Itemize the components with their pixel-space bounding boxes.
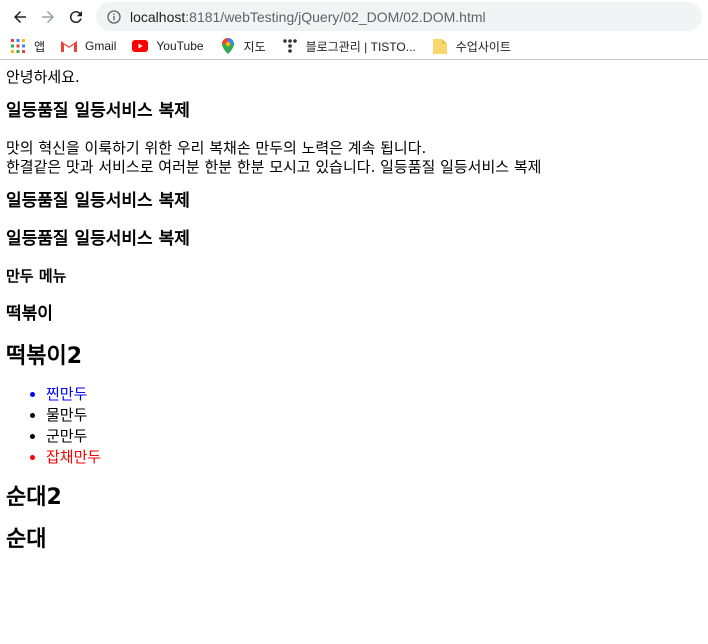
bookmark-label: 수업사이트 — [455, 39, 511, 54]
paragraph-line-1: 맛의 혁신을 이룩하기 위한 우리 복채손 만두의 노력은 계속 됩니다. — [6, 139, 427, 158]
bookmark-apps[interactable]: 앱 — [10, 38, 45, 55]
url-path: :8181/webTesting/jQuery/02_DOM/02.DOM.ht… — [185, 8, 486, 25]
url-host: localhost — [130, 8, 186, 25]
dumpling-menu-list: 찐만두 물만두 군만두 잡채만두 — [6, 384, 702, 468]
maps-pin-icon — [220, 38, 236, 54]
heading-quality-3: 일등품질 일등서비스 복제 — [6, 229, 190, 250]
bookmark-label: 앱 — [34, 39, 46, 54]
bookmark-label: Gmail — [85, 39, 117, 53]
info-icon[interactable] — [106, 9, 122, 25]
menu-title: 만두 메뉴 — [6, 267, 67, 286]
heading-tteokbokki: 떡볶이 — [6, 304, 53, 325]
list-item: 잡채만두 — [46, 447, 702, 468]
greeting-text: 안녕하세요. — [6, 68, 80, 86]
forward-icon[interactable] — [34, 3, 62, 31]
list-item: 군만두 — [46, 426, 702, 447]
reload-icon[interactable] — [62, 3, 90, 31]
heading-quality-1: 일등품질 일등서비스 복제 — [6, 100, 190, 121]
address-bar[interactable]: localhost:8181/webTesting/jQuery/02_DOM/… — [96, 2, 702, 31]
bookmark-label: 지도 — [243, 39, 266, 54]
browser-toolbar: localhost:8181/webTesting/jQuery/02_DOM/… — [0, 0, 708, 33]
heading-tteokbokki-2: 떡볶이2 — [6, 343, 83, 369]
gmail-icon — [61, 38, 78, 54]
tistory-icon — [282, 38, 298, 54]
bookmark-label: YouTube — [156, 39, 204, 53]
bookmarks-bar: 앱 Gmail YouTube 지도 블로그관리 | TISTO... 수업사이… — [0, 33, 708, 60]
intro-paragraph: 맛의 혁신을 이룩하기 위한 우리 복채손 만두의 노력은 계속 됩니다. 한결… — [6, 139, 702, 177]
bookmark-gmail[interactable]: Gmail — [61, 38, 116, 54]
bookmark-class-site[interactable]: 수업사이트 — [432, 38, 511, 55]
bookmark-maps[interactable]: 지도 — [220, 38, 266, 55]
apps-grid-icon — [10, 38, 26, 54]
paragraph-line-2: 한결같은 맛과 서비스로 여러분 한분 한분 모시고 있습니다. 일등품질 일등… — [6, 157, 542, 176]
page-content: 안녕하세요. 일등품질 일등서비스 복제 맛의 혁신을 이룩하기 위한 우리 복… — [0, 60, 708, 575]
bookmark-tistory[interactable]: 블로그관리 | TISTO... — [282, 38, 416, 55]
folder-icon — [432, 38, 448, 54]
heading-sundae: 순대 — [6, 526, 47, 552]
list-item: 물만두 — [46, 405, 702, 426]
bookmark-label: 블로그관리 | TISTO... — [305, 39, 416, 54]
back-icon[interactable] — [6, 3, 34, 31]
list-item: 찐만두 — [46, 384, 702, 405]
youtube-icon — [132, 38, 149, 54]
heading-sundae-2: 순대2 — [6, 485, 62, 511]
heading-quality-2: 일등품질 일등서비스 복제 — [6, 190, 190, 211]
bookmark-youtube[interactable]: YouTube — [132, 38, 204, 54]
